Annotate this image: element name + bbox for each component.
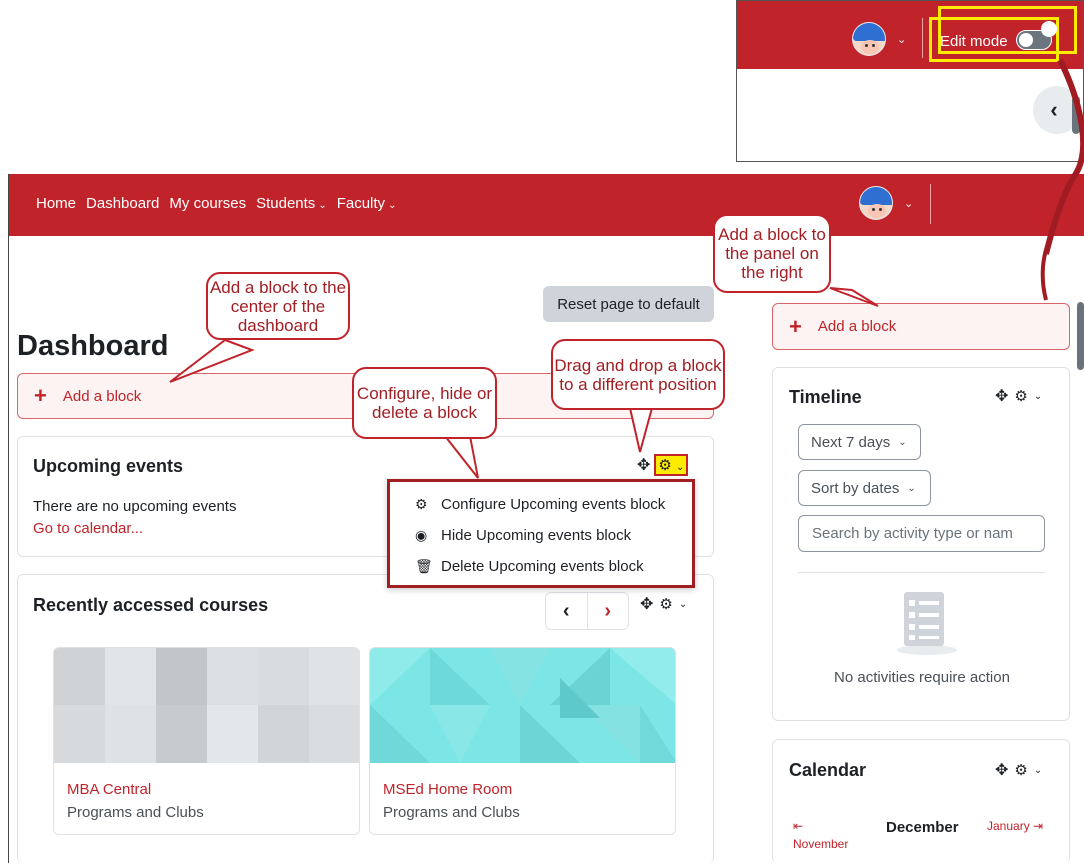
callout-add-center: Add a block to the center of the dashboa… [206, 272, 350, 340]
callout-configure: Configure, hide or delete a block [352, 367, 497, 439]
callout-add-right: Add a block to the panel on the right [713, 214, 831, 293]
annotation-overlay [169, 58, 1084, 479]
callout-drag: Drag and drop a block to a different pos… [551, 339, 725, 410]
